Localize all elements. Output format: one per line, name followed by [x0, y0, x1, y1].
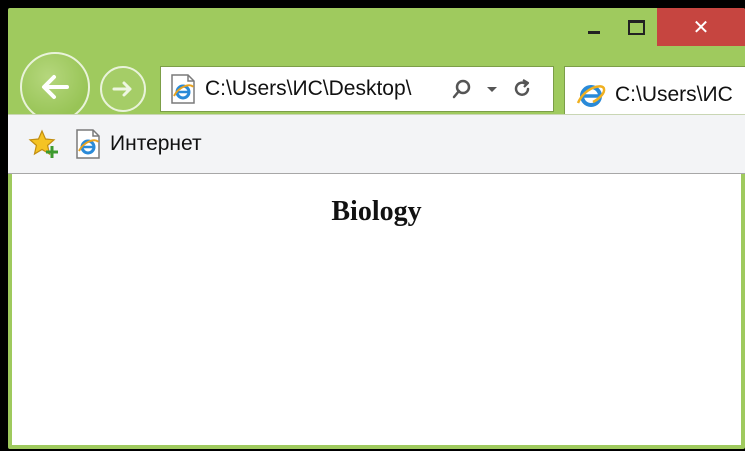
maximize-icon — [627, 19, 645, 35]
ie-logo-icon — [576, 84, 606, 107]
refresh-icon — [514, 79, 530, 96]
search-icon — [452, 79, 471, 99]
ie-page-icon — [76, 129, 100, 159]
page-heading: Biology — [331, 196, 422, 227]
address-tools — [451, 78, 533, 100]
favorites-item-internet[interactable]: Интернет — [74, 129, 202, 159]
page-content: Biology — [12, 174, 741, 445]
tab-label: C:\Users\ИС — [615, 82, 733, 106]
minimize-icon — [588, 30, 600, 34]
close-icon: ✕ — [692, 15, 710, 39]
favorites-item-label: Интернет — [110, 132, 202, 155]
forward-button[interactable] — [100, 66, 146, 112]
forward-arrow-icon — [112, 81, 132, 97]
address-bar[interactable]: C:\Users\ИС\Desktop\ — [160, 66, 554, 112]
refresh-button[interactable] — [511, 78, 533, 100]
address-dropdown-button[interactable] — [481, 78, 503, 100]
back-arrow-icon — [42, 75, 69, 99]
dropdown-arrow-icon — [487, 87, 497, 92]
address-input[interactable]: C:\Users\ИС\Desktop\ — [205, 77, 443, 101]
favorites-bar: Интернет — [8, 114, 745, 174]
screen: ✕ C:\Users\ИС\Desktop\ C:\Users\ИС Интер… — [0, 0, 745, 451]
add-favorites-star-icon[interactable] — [28, 128, 60, 160]
browser-window: ✕ C:\Users\ИС\Desktop\ C:\Users\ИС Интер… — [8, 8, 745, 449]
navigation-bar: C:\Users\ИС\Desktop\ C:\Users\ИС — [8, 46, 745, 122]
ie-page-icon — [171, 74, 195, 104]
maximize-button[interactable] — [615, 8, 657, 46]
caption-buttons: ✕ — [573, 8, 745, 46]
close-button[interactable]: ✕ — [657, 8, 745, 46]
back-button[interactable] — [20, 52, 90, 122]
minimize-button[interactable] — [573, 8, 615, 46]
search-button[interactable] — [451, 78, 473, 100]
